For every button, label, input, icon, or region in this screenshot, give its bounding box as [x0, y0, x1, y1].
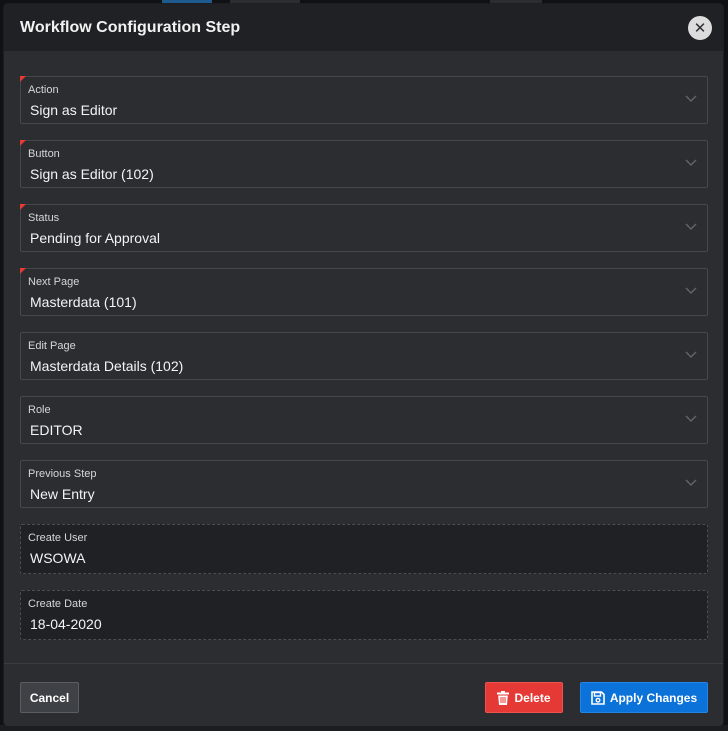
cancel-button-label: Cancel	[29, 690, 70, 705]
button-value: Sign as Editor (102)	[30, 166, 154, 182]
next-page-value: Masterdata (101)	[30, 294, 137, 310]
dialog-title: Workflow Configuration Step	[20, 18, 241, 36]
apply-changes-label: Apply Changes	[609, 690, 698, 705]
workflow-step-dialog: Workflow Configuration Step ✕ Action Sig…	[4, 4, 723, 726]
role-value: EDITOR	[30, 422, 83, 438]
button-select[interactable]: Button Sign as Editor (102)	[20, 140, 708, 188]
create-user-field: Create User WSOWA	[20, 524, 708, 574]
previous-step-label: Previous Step	[28, 468, 97, 480]
action-value: Sign as Editor	[30, 102, 118, 118]
create-user-value: WSOWA	[30, 550, 86, 566]
delete-button-label: Delete	[514, 690, 551, 705]
role-label: Role	[28, 404, 51, 416]
dialog-header: Workflow Configuration Step ✕	[4, 4, 723, 51]
edit-page-value: Masterdata Details (102)	[30, 358, 184, 374]
next-page-label: Next Page	[28, 276, 80, 288]
edit-page-label: Edit Page	[28, 340, 76, 352]
chevron-down-icon	[685, 351, 697, 359]
cancel-button[interactable]: Cancel	[20, 682, 79, 713]
chevron-down-icon	[685, 95, 697, 103]
apply-changes-button[interactable]: Apply Changes	[580, 682, 708, 713]
status-select[interactable]: Status Pending for Approval	[20, 204, 708, 252]
previous-step-select[interactable]: Previous Step New Entry	[20, 460, 708, 508]
create-user-label: Create User	[28, 532, 88, 544]
action-select[interactable]: Action Sign as Editor	[20, 76, 708, 124]
create-date-value: 18-04-2020	[30, 616, 102, 632]
role-select[interactable]: Role EDITOR	[20, 396, 708, 444]
chevron-down-icon	[685, 159, 697, 167]
delete-button[interactable]: Delete	[485, 682, 563, 713]
chevron-down-icon	[685, 479, 697, 487]
create-date-field: Create Date 18-04-2020	[20, 590, 708, 640]
chevron-down-icon	[685, 415, 697, 423]
edit-page-select[interactable]: Edit Page Masterdata Details (102)	[20, 332, 708, 380]
create-date-label: Create Date	[28, 598, 88, 610]
dialog-footer: Cancel Delete Apply Changes	[4, 663, 723, 726]
close-button[interactable]: ✕	[688, 16, 712, 40]
chevron-down-icon	[685, 223, 697, 231]
action-label: Action	[28, 84, 59, 96]
trash-icon	[497, 690, 510, 705]
close-icon: ✕	[693, 19, 707, 37]
next-page-select[interactable]: Next Page Masterdata (101)	[20, 268, 708, 316]
chevron-down-icon	[685, 287, 697, 295]
status-label: Status	[28, 212, 60, 224]
previous-step-value: New Entry	[30, 486, 95, 502]
dialog-body: Action Sign as Editor Button Sign as Edi…	[4, 51, 723, 663]
button-label: Button	[28, 148, 60, 160]
save-icon	[591, 690, 605, 705]
status-value: Pending for Approval	[30, 230, 160, 246]
